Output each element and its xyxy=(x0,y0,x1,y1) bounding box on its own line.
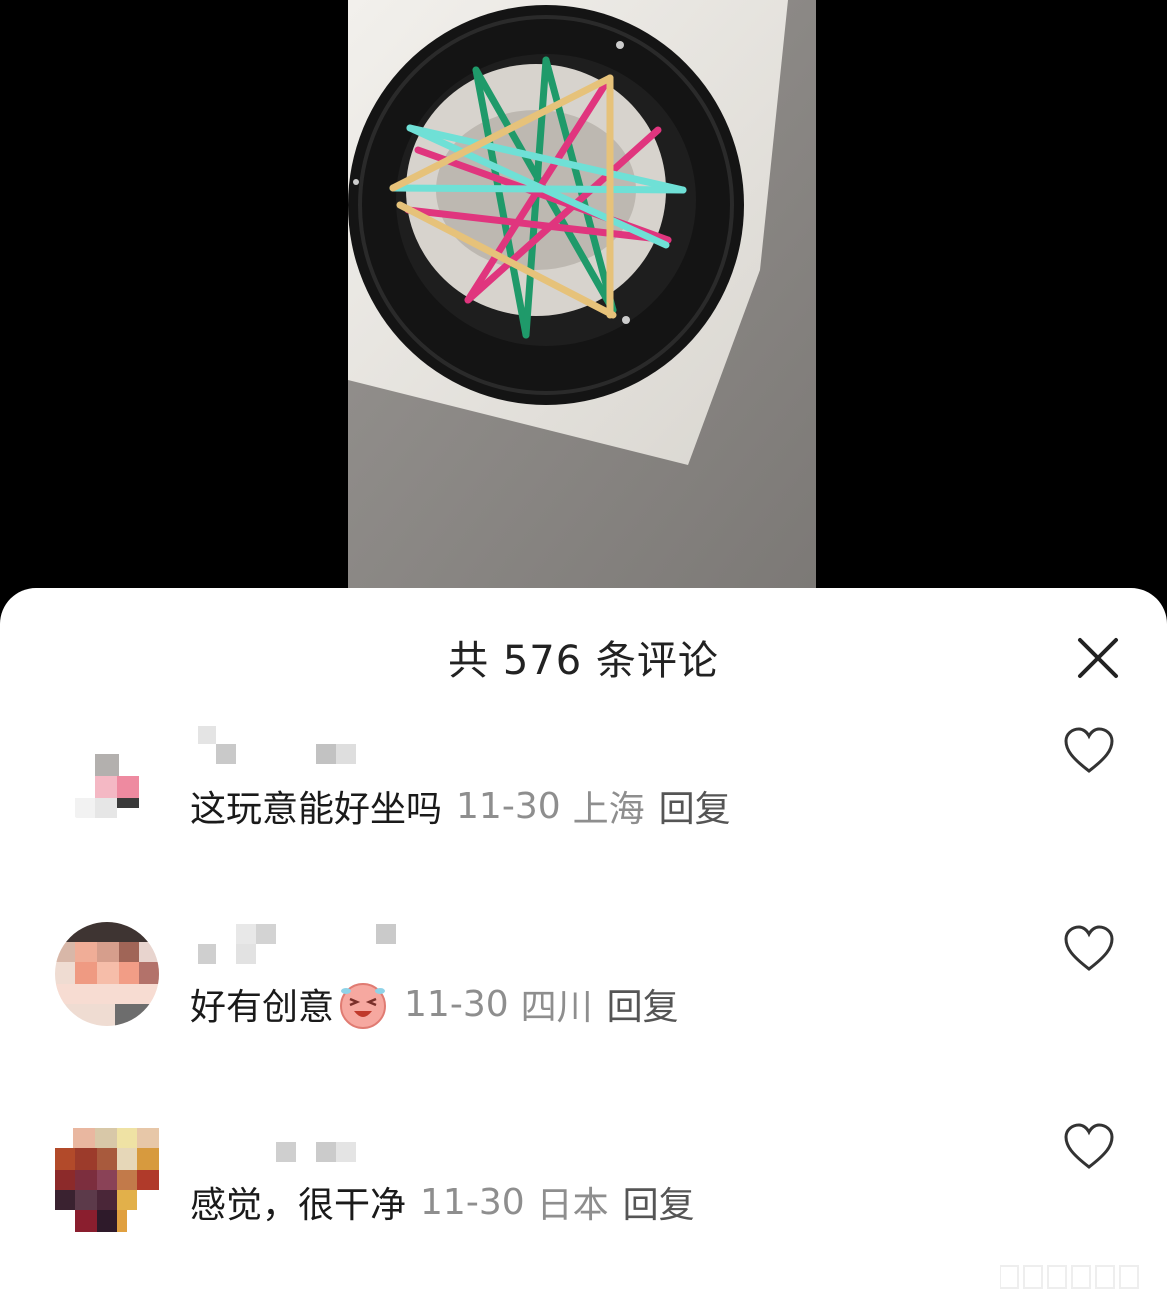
watermark xyxy=(999,1262,1160,1292)
username-pixelated xyxy=(276,1142,356,1162)
tire-seat-image xyxy=(348,0,816,588)
like-button[interactable] xyxy=(1062,1122,1116,1172)
username-blurred[interactable] xyxy=(190,924,396,964)
username-pixelated xyxy=(198,924,396,964)
comment-item: 这玩意能好坐吗 11-30 上海 回复 xyxy=(0,718,1167,888)
heart-icon xyxy=(1064,925,1114,971)
avatar[interactable] xyxy=(55,922,159,1026)
comment-sheet: 共 576 条评论 这玩意能好坐吗 11-30 上海 回复 好有创意 11-30… xyxy=(0,588,1167,1303)
comment-text: 好有创意 xyxy=(190,987,335,1028)
close-button[interactable] xyxy=(1074,634,1122,682)
like-button[interactable] xyxy=(1062,726,1116,776)
avatar[interactable] xyxy=(55,1128,159,1232)
avatar-image xyxy=(55,922,159,1026)
avatar-image xyxy=(55,724,159,828)
comment-count-title: 共 576 条评论 xyxy=(448,638,719,684)
reply-button[interactable]: 回复 xyxy=(623,1176,695,1228)
comment-item: 好有创意 11-30 四川 回复 xyxy=(0,916,1167,1086)
heart-icon xyxy=(1064,727,1114,773)
comment-date: 11-30 xyxy=(456,785,561,827)
comment-date: 11-30 xyxy=(420,1181,525,1223)
avatar-image xyxy=(55,1128,159,1232)
username-pixelated xyxy=(198,726,356,764)
comment-body: 这玩意能好坐吗 11-30 上海 回复 xyxy=(190,776,731,836)
comment-body: 好有创意 11-30 四川 回复 xyxy=(190,974,679,1034)
comment-location: 上海 xyxy=(572,789,645,830)
comment-body: 感觉，很干净 11-30 日本 回复 xyxy=(190,1172,695,1232)
comment-item: 感觉，很干净 11-30 日本 回复 xyxy=(0,1114,1167,1284)
comment-location: 四川 xyxy=(520,987,593,1028)
video-frame[interactable] xyxy=(348,0,816,588)
reply-button[interactable]: 回复 xyxy=(659,780,731,832)
heart-icon xyxy=(1064,1123,1114,1169)
username-blurred[interactable] xyxy=(190,726,370,766)
close-icon xyxy=(1078,638,1118,678)
comment-text: 这玩意能好坐吗 xyxy=(190,789,443,830)
comment-date: 11-30 xyxy=(404,983,509,1025)
laughing-tears-emoji-icon xyxy=(336,977,390,1031)
comment-location: 日本 xyxy=(536,1185,609,1226)
like-button[interactable] xyxy=(1062,924,1116,974)
video-player[interactable] xyxy=(0,0,1167,600)
comment-text: 感觉，很干净 xyxy=(190,1185,407,1226)
reply-button[interactable]: 回复 xyxy=(607,978,679,1030)
username-blurred[interactable] xyxy=(190,1122,370,1162)
avatar[interactable] xyxy=(55,724,159,828)
